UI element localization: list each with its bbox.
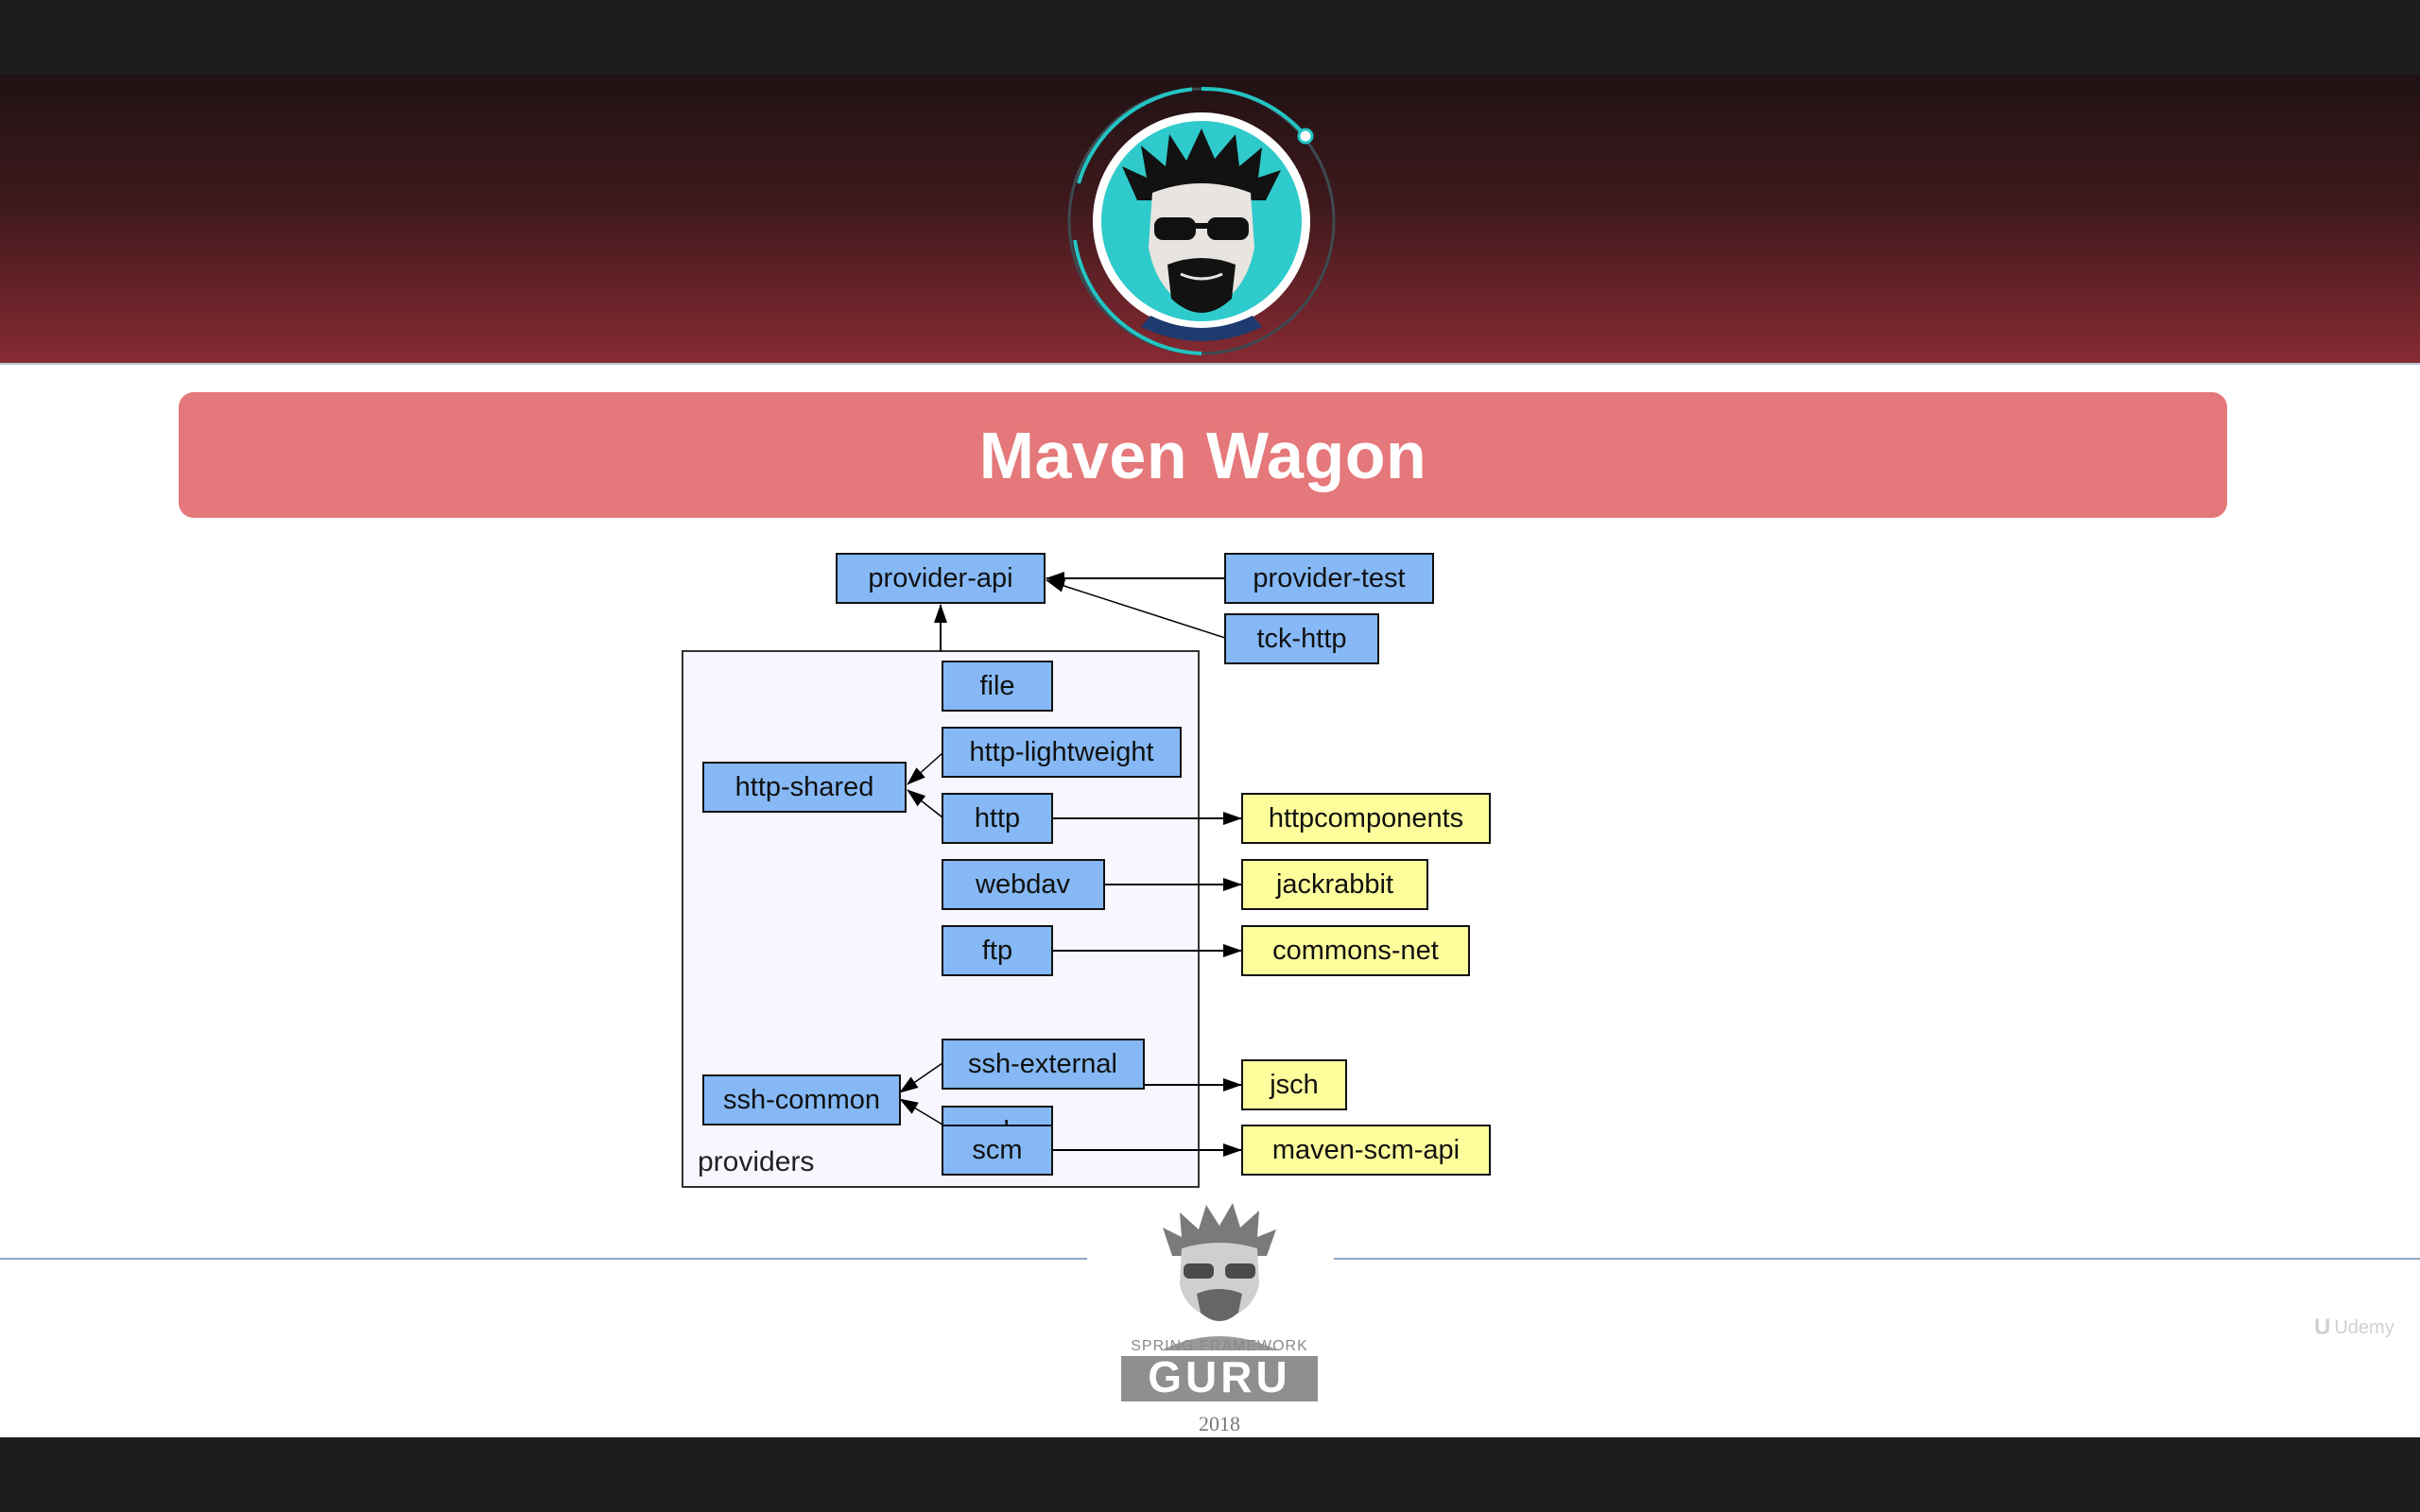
slide: Maven Wagon providers provider-api provi… [0, 75, 2420, 1437]
providers-group-label: providers [698, 1146, 814, 1177]
node-label: maven-scm-api [1272, 1135, 1460, 1165]
udemy-logo-icon: U Udemy [2314, 1314, 2394, 1340]
node-label: file [979, 671, 1014, 701]
node-http-lightweight: http-lightweight [942, 727, 1182, 778]
node-commons-net: commons-net [1241, 925, 1470, 976]
guru-logo-icon: SPRING FRAMEWORK GURU [1115, 1190, 1323, 1402]
node-maven-scm-api: maven-scm-api [1241, 1125, 1491, 1176]
footer-divider-left [0, 1258, 1087, 1260]
node-tck-http: tck-http [1224, 613, 1379, 664]
node-provider-api: provider-api [836, 553, 1046, 604]
footer-divider-right [1334, 1258, 2420, 1260]
footer-year: 2018 [1199, 1412, 1240, 1435]
node-scm: scm [942, 1125, 1053, 1176]
node-ftp: ftp [942, 925, 1053, 976]
node-http: http [942, 793, 1053, 844]
node-ssh-common: ssh-common [702, 1074, 901, 1125]
node-httpcomponents: httpcomponents [1241, 793, 1491, 844]
node-webdav: webdav [942, 859, 1105, 910]
node-jsch: jsch [1241, 1059, 1347, 1110]
node-label: http-lightweight [969, 737, 1153, 767]
node-file: file [942, 661, 1053, 712]
node-label: scm [972, 1135, 1022, 1165]
node-ssh-external: ssh-external [942, 1039, 1145, 1090]
node-http-shared: http-shared [702, 762, 907, 813]
node-label: httpcomponents [1269, 803, 1463, 833]
node-label: http-shared [735, 772, 874, 802]
node-jackrabbit: jackrabbit [1241, 859, 1428, 910]
node-label: http [975, 803, 1020, 833]
node-label: ssh-common [723, 1085, 880, 1115]
edge-tck-http-to-provider-api [1046, 579, 1226, 639]
node-provider-test: provider-test [1224, 553, 1434, 604]
node-label: ftp [982, 936, 1012, 966]
node-label: provider-test [1253, 563, 1405, 593]
node-label: commons-net [1272, 936, 1439, 966]
logo-title: GURU [1148, 1352, 1290, 1401]
node-label: tck-http [1256, 624, 1346, 654]
node-label: ssh-external [968, 1049, 1117, 1079]
node-label: provider-api [868, 563, 1012, 593]
node-label: webdav [975, 869, 1070, 900]
node-label: jsch [1269, 1070, 1319, 1100]
node-label: jackrabbit [1275, 869, 1393, 900]
watermark-text: Udemy [2334, 1316, 2394, 1338]
